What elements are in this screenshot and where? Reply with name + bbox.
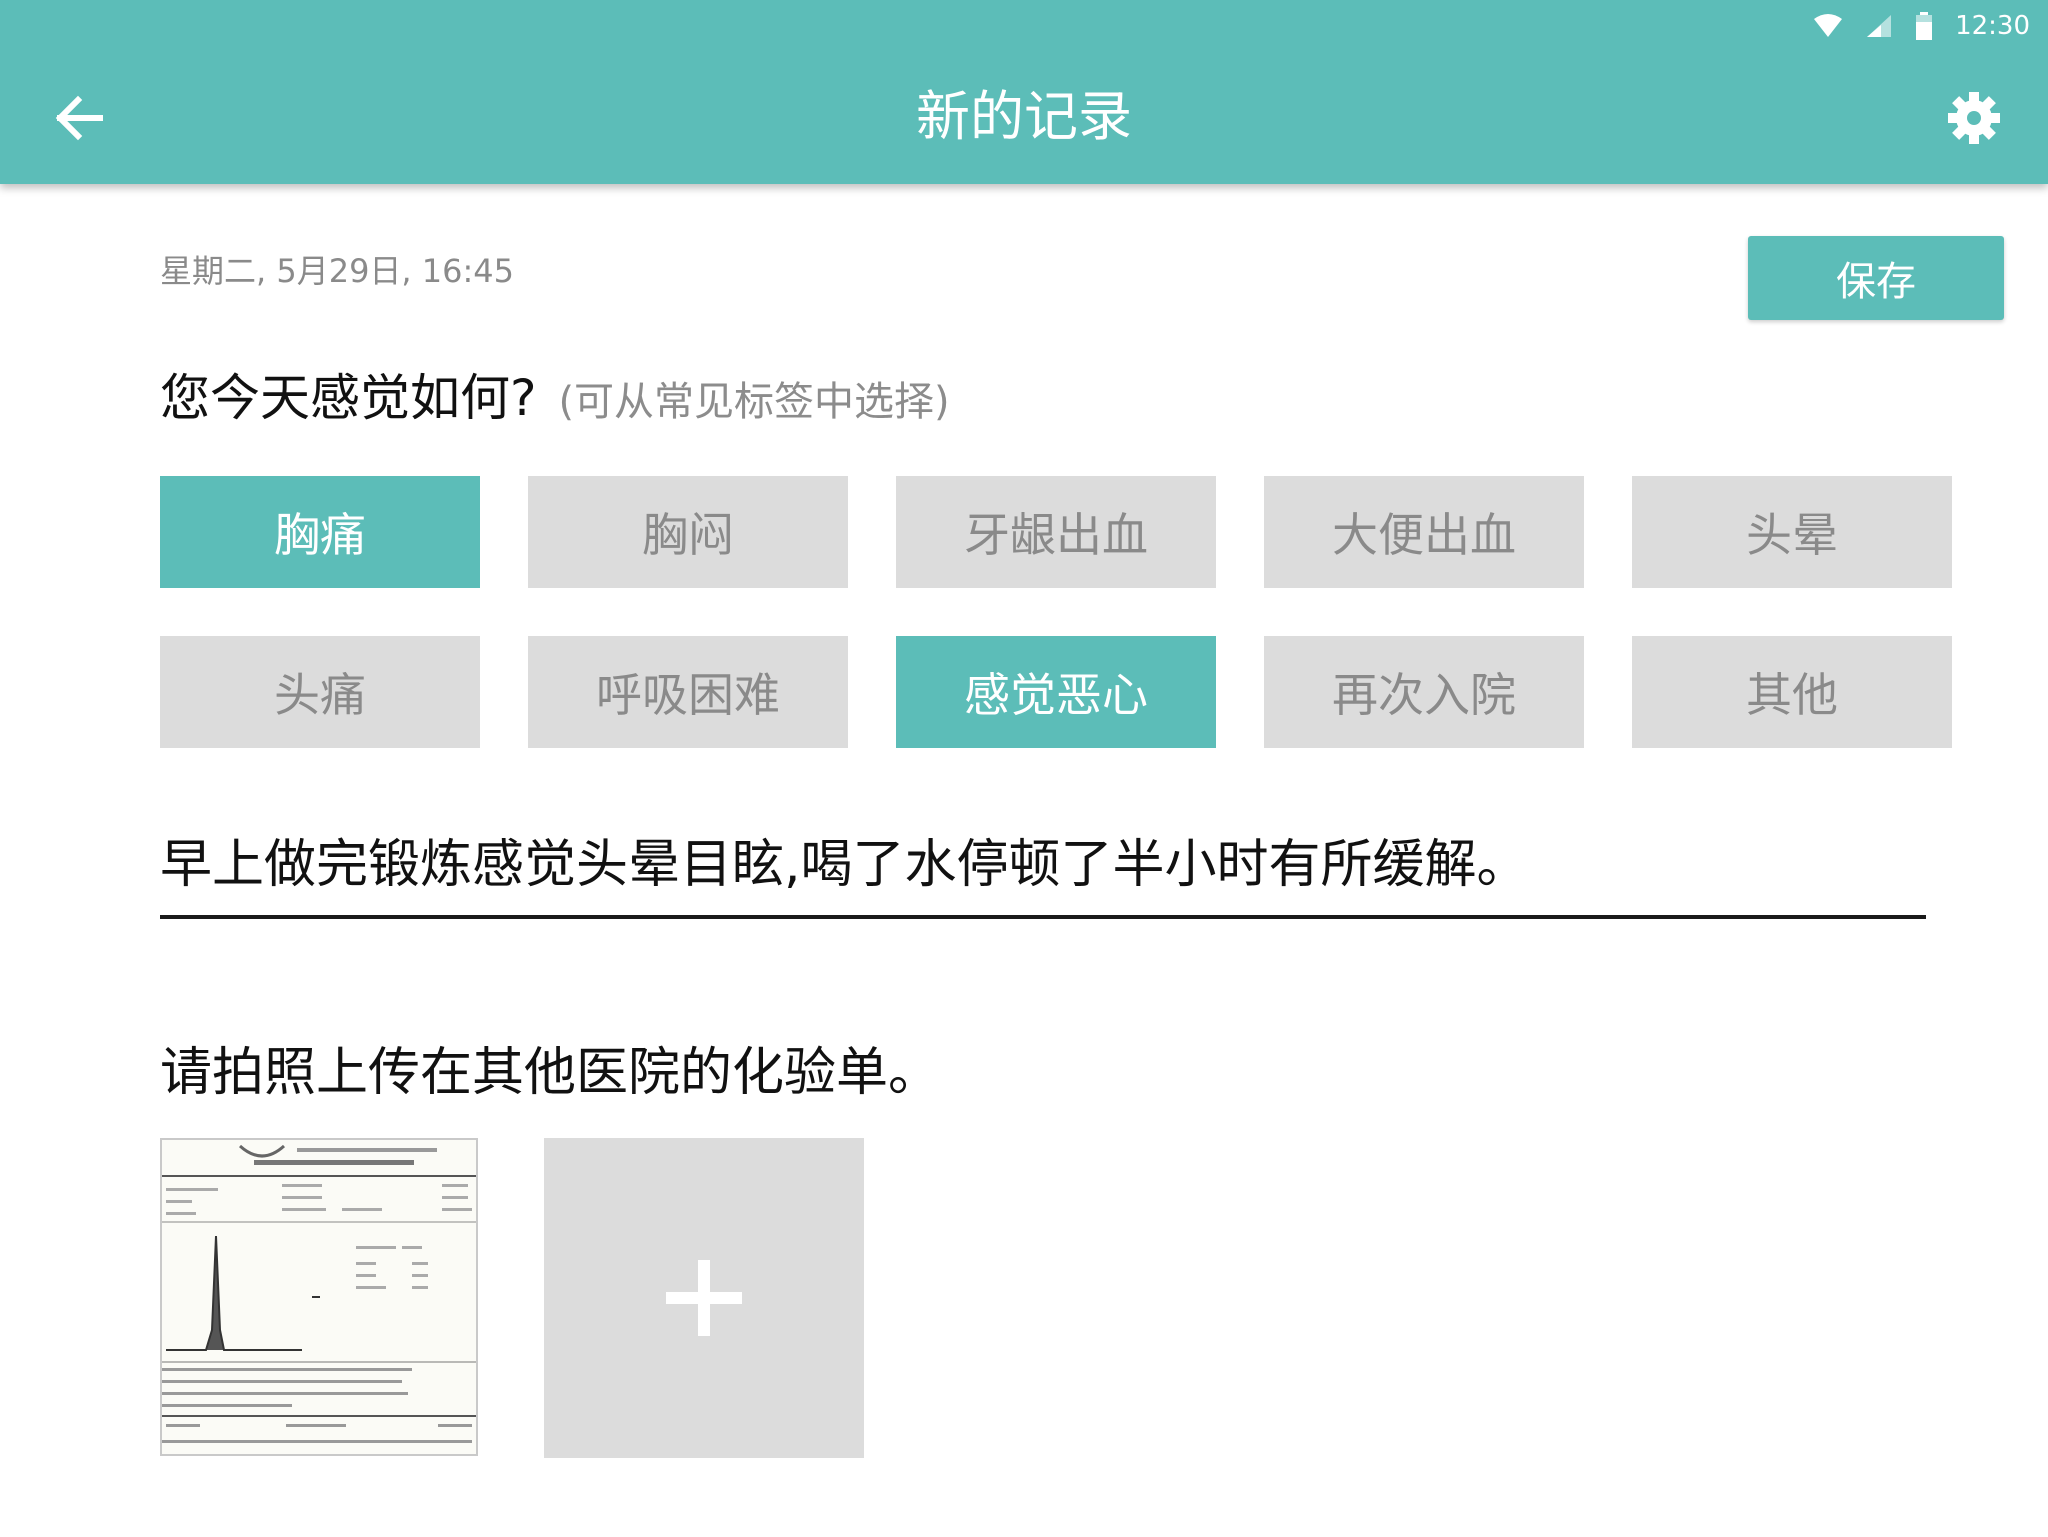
battery-icon bbox=[1916, 12, 1933, 40]
tag-chest-tightness[interactable]: 胸闷 bbox=[528, 476, 848, 588]
save-button[interactable]: 保存 bbox=[1748, 236, 2004, 320]
status-bar: 12:30 bbox=[1813, 6, 2030, 46]
settings-button[interactable] bbox=[1946, 90, 2002, 146]
question-hint: (可从常见标签中选择) bbox=[558, 379, 950, 425]
tag-gum-bleeding[interactable]: 牙龈出血 bbox=[896, 476, 1216, 588]
app-bar: 12:30 新的记录 bbox=[0, 0, 2048, 184]
symptom-tag-grid: 胸痛 胸闷 牙龈出血 大便出血 头晕 头痛 呼吸困难 感觉恶心 再次入院 其他 bbox=[160, 476, 1954, 748]
tag-dizziness[interactable]: 头晕 bbox=[1632, 476, 1952, 588]
record-date: 星期二, 5月29日, 16:45 bbox=[160, 252, 514, 290]
page-title: 新的记录 bbox=[916, 85, 1132, 148]
tag-breathing-difficulty[interactable]: 呼吸困难 bbox=[528, 636, 848, 748]
question-text: 您今天感觉如何? bbox=[160, 369, 537, 427]
wifi-icon bbox=[1814, 14, 1843, 37]
tag-readmission[interactable]: 再次入院 bbox=[1264, 636, 1584, 748]
tag-nausea[interactable]: 感觉恶心 bbox=[896, 636, 1216, 748]
tag-headache[interactable]: 头痛 bbox=[160, 636, 480, 748]
tag-chest-pain[interactable]: 胸痛 bbox=[160, 476, 480, 588]
signal-icon bbox=[1867, 15, 1892, 37]
gear-icon bbox=[1948, 92, 2000, 144]
tag-bloody-stool[interactable]: 大便出血 bbox=[1264, 476, 1584, 588]
question-heading: 您今天感觉如何? (可从常见标签中选择) bbox=[160, 358, 950, 430]
lab-report-image bbox=[162, 1140, 476, 1454]
lab-report-thumbnail[interactable] bbox=[160, 1138, 478, 1456]
status-time: 12:30 bbox=[1955, 11, 2030, 41]
plus-icon bbox=[666, 1260, 742, 1336]
add-photo-button[interactable] bbox=[544, 1138, 864, 1458]
upload-label: 请拍照上传在其他医院的化验单。 bbox=[160, 1043, 941, 1103]
tag-other[interactable]: 其他 bbox=[1632, 636, 1952, 748]
note-input[interactable]: 早上做完锻炼感觉头晕目眩,喝了水停顿了半小时有所缓解。 bbox=[160, 822, 1926, 919]
